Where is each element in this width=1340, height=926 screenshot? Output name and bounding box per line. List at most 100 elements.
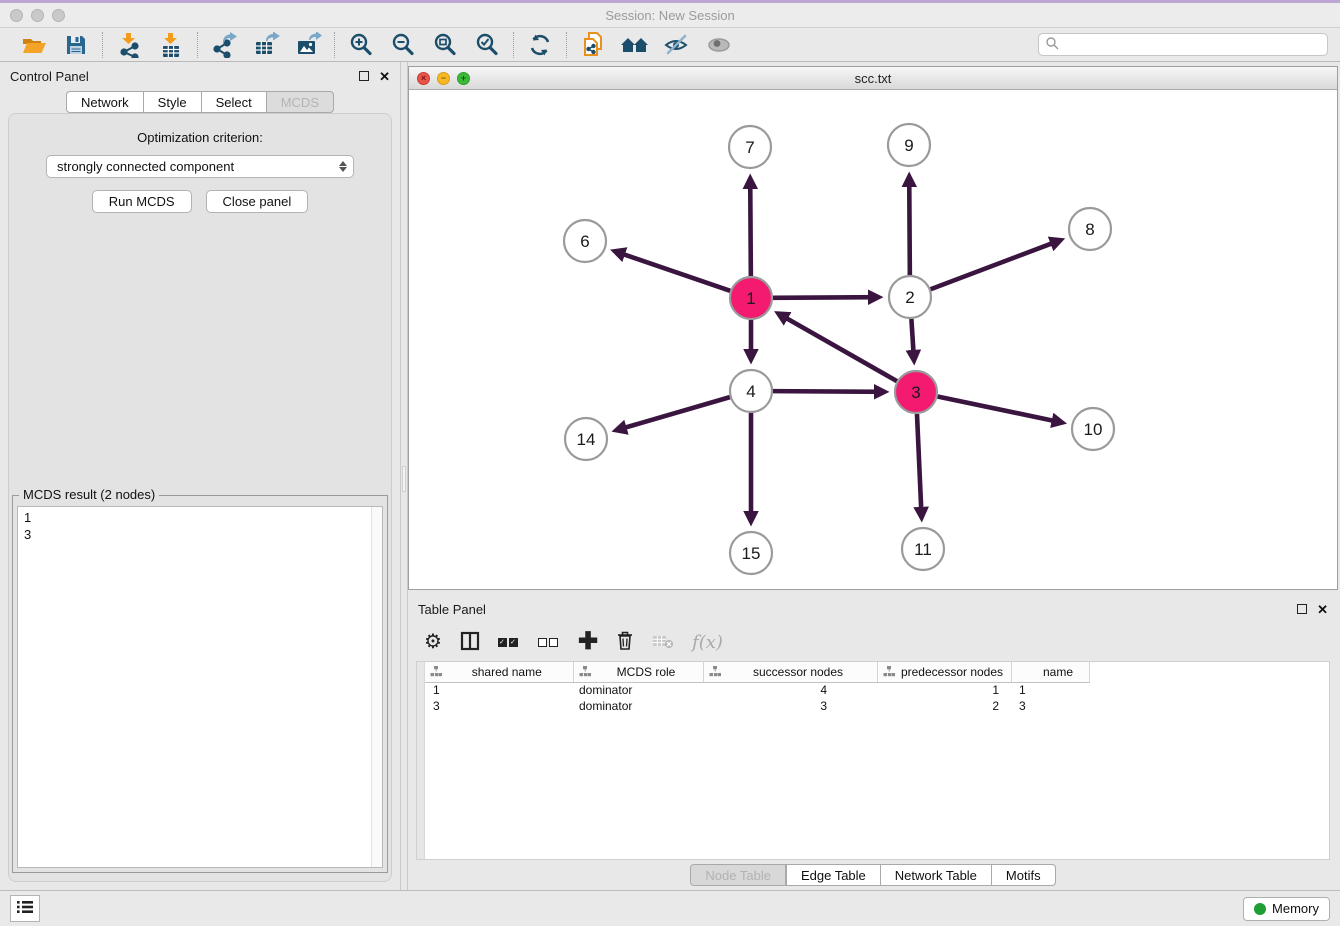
edge-1-2[interactable]	[773, 297, 878, 298]
zoom-selected-button[interactable]	[473, 31, 501, 59]
table-cell[interactable]: 2	[877, 698, 1011, 714]
table-cell[interactable]: dominator	[573, 682, 703, 698]
network-minimize-button[interactable]: −	[437, 72, 450, 85]
edge-3-10[interactable]	[938, 397, 1062, 423]
tab-edge-table[interactable]: Edge Table	[786, 864, 880, 886]
zoom-fit-button[interactable]	[431, 31, 459, 59]
homes-icon	[620, 33, 650, 57]
zoom-window-button[interactable]	[52, 9, 65, 22]
search-input[interactable]	[1060, 38, 1321, 52]
refresh-view-button[interactable]	[526, 31, 554, 59]
export-image-button[interactable]	[294, 31, 322, 59]
window-title: Session: New Session	[0, 8, 1340, 23]
float-panel-icon[interactable]	[359, 71, 369, 81]
delete-column-button[interactable]	[616, 629, 634, 655]
table-row-gutter	[417, 662, 425, 859]
search-field[interactable]	[1038, 33, 1328, 56]
hide-selection-button[interactable]	[663, 31, 691, 59]
close-window-button[interactable]	[10, 9, 23, 22]
tab-network[interactable]: Network	[66, 91, 143, 113]
node-label-8: 8	[1085, 220, 1094, 239]
table-cell[interactable]: 3	[703, 698, 877, 714]
column-header-name[interactable]: name	[1011, 662, 1089, 682]
open-folder-icon	[21, 33, 47, 57]
tab-network-table[interactable]: Network Table	[880, 864, 991, 886]
edge-3-11[interactable]	[917, 414, 922, 517]
table-cell[interactable]: dominator	[573, 698, 703, 714]
edge-3-1[interactable]	[779, 314, 897, 381]
edge-4-3[interactable]	[773, 391, 884, 392]
result-scrollbar[interactable]	[371, 507, 382, 867]
table-cell[interactable]: 1	[877, 682, 1011, 698]
table-cell[interactable]: 1	[425, 682, 573, 698]
table-cell[interactable]: 4	[703, 682, 877, 698]
edge-2-9[interactable]	[909, 177, 910, 275]
node-table[interactable]: shared nameMCDS rolesuccessor nodesprede…	[425, 662, 1090, 714]
refresh-icon	[527, 32, 553, 58]
tab-select[interactable]: Select	[201, 91, 266, 113]
zoom-out-button[interactable]	[389, 31, 417, 59]
open-session-button[interactable]	[20, 31, 48, 59]
hierarchy-icon	[430, 666, 442, 680]
edge-4-14[interactable]	[617, 397, 730, 430]
splitter-handle[interactable]	[402, 466, 406, 492]
network-canvas[interactable]: 7968124314101511	[409, 90, 1337, 589]
add-column-button[interactable]: ✚	[578, 629, 598, 655]
tab-style[interactable]: Style	[143, 91, 201, 113]
export-network-button[interactable]	[210, 31, 238, 59]
minimize-window-button[interactable]	[31, 9, 44, 22]
control-panel-tabs: NetworkStyleSelectMCDS	[0, 90, 400, 113]
table-row[interactable]: 1dominator411	[425, 682, 1089, 698]
edge-2-8[interactable]	[931, 240, 1060, 289]
tab-mcds[interactable]: MCDS	[266, 91, 334, 113]
tab-motifs[interactable]: Motifs	[991, 864, 1056, 886]
memory-button[interactable]: Memory	[1243, 897, 1330, 921]
list-icon	[16, 900, 34, 917]
mac-titlebar: Session: New Session	[0, 3, 1340, 28]
task-history-button[interactable]	[10, 895, 40, 922]
network-window-titlebar[interactable]: × − + scc.txt	[409, 67, 1337, 90]
table-cell[interactable]: 3	[1011, 698, 1089, 714]
panel-splitter[interactable]	[400, 62, 408, 890]
table-cell[interactable]: 3	[425, 698, 573, 714]
column-header-MCDS-role[interactable]: MCDS role	[573, 662, 703, 682]
run-mcds-button[interactable]: Run MCDS	[92, 190, 192, 213]
network-maximize-button[interactable]: +	[457, 72, 470, 85]
zoom-in-button[interactable]	[347, 31, 375, 59]
zoom-fit-icon	[432, 32, 458, 58]
optimization-criterion-select[interactable]: strongly connected component	[46, 155, 354, 178]
control-panel-title: Control Panel	[10, 69, 89, 84]
table-row[interactable]: 3dominator323	[425, 698, 1089, 714]
tab-node-table[interactable]: Node Table	[690, 864, 786, 886]
column-header-successor-nodes[interactable]: successor nodes	[703, 662, 877, 682]
close-panel-icon[interactable]: ✕	[379, 70, 390, 83]
export-table-icon	[252, 32, 280, 58]
main-toolbar	[0, 28, 1340, 62]
mcds-result-node: 1	[24, 509, 371, 526]
edge-2-3[interactable]	[911, 319, 914, 360]
show-hidden-button[interactable]	[705, 31, 733, 59]
table-cell[interactable]: 1	[1011, 682, 1089, 698]
table-options-button[interactable]: ⚙	[424, 629, 442, 655]
import-network-button[interactable]	[115, 31, 143, 59]
column-header-shared-name[interactable]: shared name	[425, 662, 573, 682]
network-close-button[interactable]: ×	[417, 72, 430, 85]
close-panel-button[interactable]: Close panel	[206, 190, 309, 213]
deselect-all-button[interactable]	[538, 629, 560, 655]
network-graph[interactable]: 7968124314101511	[409, 90, 1337, 589]
save-session-button[interactable]	[62, 31, 90, 59]
show-all-networks-button[interactable]	[621, 31, 649, 59]
app-window: Session: New Session	[0, 0, 1340, 926]
float-table-panel-icon[interactable]	[1297, 604, 1307, 614]
close-table-panel-icon[interactable]: ✕	[1317, 603, 1328, 616]
network-from-selection-button[interactable]	[579, 31, 607, 59]
edge-1-6[interactable]	[615, 251, 730, 290]
select-all-button[interactable]	[498, 629, 520, 655]
column-header-predecessor-nodes[interactable]: predecessor nodes	[877, 662, 1011, 682]
import-table-button[interactable]	[157, 31, 185, 59]
export-table-button[interactable]	[252, 31, 280, 59]
node-label-1: 1	[746, 289, 755, 308]
node-label-7: 7	[745, 138, 754, 157]
column-visibility-button[interactable]	[460, 629, 480, 655]
edge-1-7[interactable]	[750, 179, 751, 276]
